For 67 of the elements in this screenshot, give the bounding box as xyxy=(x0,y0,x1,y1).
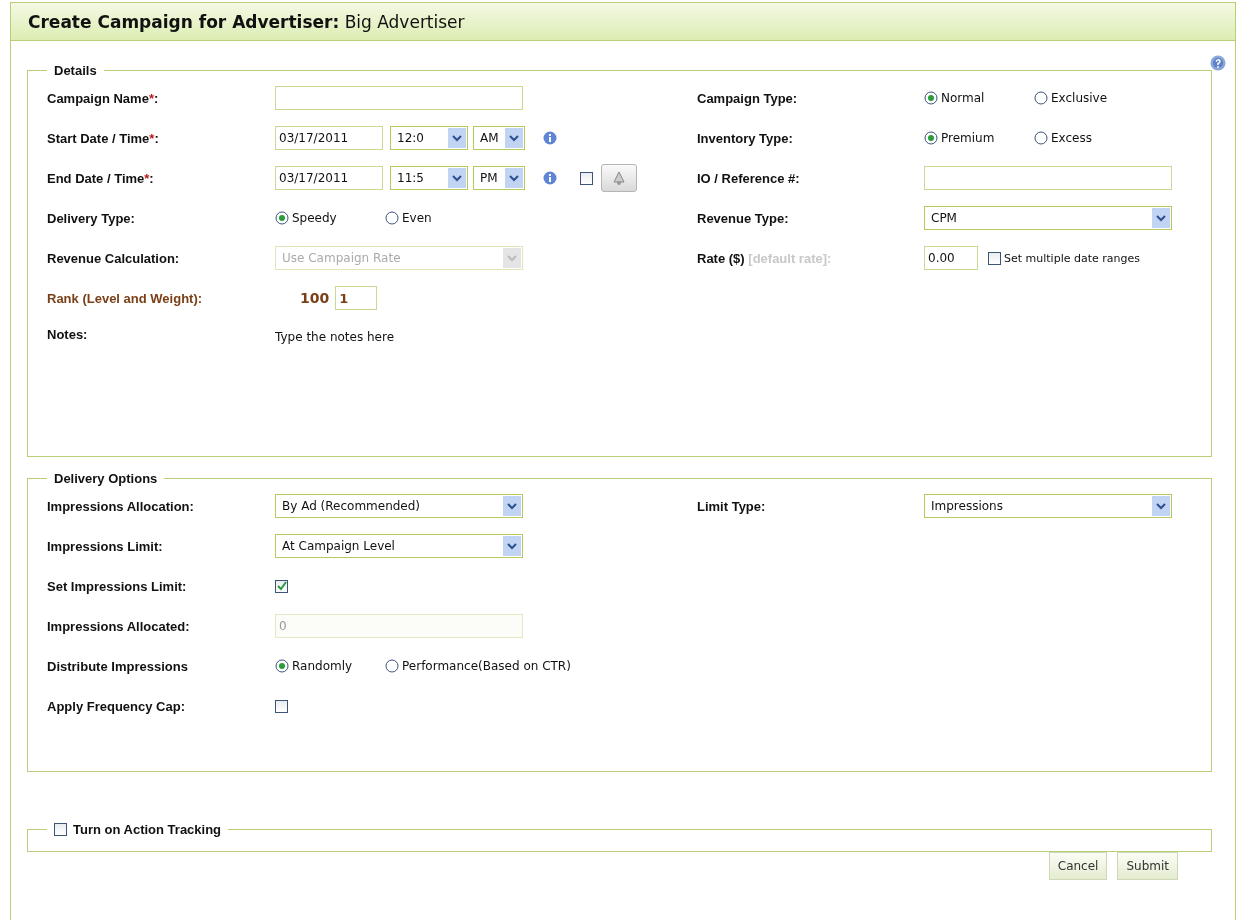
meridiem-dropdown[interactable]: PM xyxy=(473,166,525,190)
info-icon[interactable] xyxy=(543,131,557,145)
field-label: Revenue Calculation: xyxy=(47,250,181,266)
time-dropdown[interactable]: 11:5 xyxy=(390,166,468,190)
section-title: Details xyxy=(54,63,97,78)
option-label: Speedy xyxy=(292,211,337,225)
notes-text[interactable]: Type the notes here xyxy=(275,330,395,344)
dropdown[interactable]: Impressions xyxy=(924,494,1172,518)
radio-button[interactable] xyxy=(924,131,938,145)
option-label: Exclusive xyxy=(1051,91,1108,105)
checkbox[interactable] xyxy=(580,171,593,185)
field-label: Apply Frequency Cap: xyxy=(47,698,186,714)
radio-button[interactable] xyxy=(385,211,399,225)
field-label: Impressions Allocated: xyxy=(47,618,191,634)
option-label: Even xyxy=(402,211,432,225)
text-field[interactable] xyxy=(924,166,1172,190)
field-label: Rank (Level and Weight): xyxy=(47,290,204,306)
section-title: Delivery Options xyxy=(54,471,158,486)
radio-button[interactable] xyxy=(924,91,938,105)
checkbox[interactable] xyxy=(275,699,288,713)
section-title: Turn on Action Tracking xyxy=(73,822,222,837)
bell-icon xyxy=(610,169,628,187)
form-button[interactable]: Cancel xyxy=(1048,852,1108,880)
radio-button[interactable] xyxy=(275,211,289,225)
radio-button[interactable] xyxy=(1034,91,1048,105)
text-field[interactable] xyxy=(275,86,523,110)
dropdown[interactable]: By Ad (Recommended) xyxy=(275,494,523,518)
meridiem-dropdown[interactable]: AM xyxy=(473,126,525,150)
option-label: Randomly xyxy=(292,659,353,673)
option-label: Excess xyxy=(1051,131,1092,145)
option-label: Normal xyxy=(941,91,985,105)
rank-level: 100 xyxy=(300,290,330,306)
bell-button[interactable] xyxy=(601,164,637,192)
radio-button[interactable] xyxy=(1034,131,1048,145)
field-label: Limit Type: xyxy=(697,498,767,514)
info-icon[interactable] xyxy=(543,171,557,185)
field-label: Inventory Type: xyxy=(697,130,794,146)
help-icon[interactable] xyxy=(1210,55,1226,71)
field-label: End Date / Time*: xyxy=(47,170,155,186)
field-label: Revenue Type: xyxy=(697,210,790,226)
field-label: Set Impressions Limit: xyxy=(47,578,188,594)
form-button[interactable]: Submit xyxy=(1117,852,1178,880)
field-label: Start Date / Time*: xyxy=(47,130,160,146)
radio-button[interactable] xyxy=(275,659,289,673)
field-label: Distribute Impressions xyxy=(47,658,189,674)
field-label: IO / Reference #: xyxy=(697,170,801,186)
option-label: Set multiple date ranges xyxy=(1004,251,1140,265)
date-field[interactable]: 03/17/2011 xyxy=(275,126,383,150)
dropdown[interactable]: At Campaign Level xyxy=(275,534,523,558)
time-dropdown[interactable]: 12:0 xyxy=(390,126,468,150)
rate-field[interactable]: 0.00 xyxy=(924,246,978,270)
field-label: Notes: xyxy=(47,327,89,342)
field-label: Delivery Type: xyxy=(47,210,136,226)
radio-button[interactable] xyxy=(385,659,399,673)
field-label: Campaign Name*: xyxy=(47,90,160,106)
weight-field[interactable]: 1 xyxy=(335,286,378,310)
field-label: Impressions Limit: xyxy=(47,538,164,554)
checkbox[interactable] xyxy=(54,823,67,836)
page-title: Create Campaign for Advertiser: Big Advertiser xyxy=(28,11,465,32)
option-label: Performance(Based on CTR) xyxy=(402,659,571,673)
dropdown[interactable]: CPM xyxy=(924,206,1172,230)
field-label: Campaign Type: xyxy=(697,90,799,106)
checkbox[interactable] xyxy=(988,251,1001,265)
option-label: Premium xyxy=(941,131,995,145)
field-label: Impressions Allocation: xyxy=(47,498,195,514)
date-field[interactable]: 03/17/2011 xyxy=(275,166,383,190)
checkbox[interactable] xyxy=(275,579,288,593)
